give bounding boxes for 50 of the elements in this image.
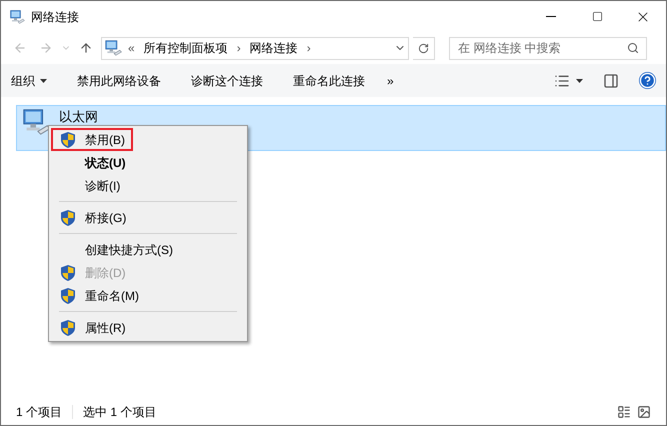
search-icon: [627, 42, 639, 54]
forward-arrow-icon: [39, 41, 53, 55]
preview-pane-button[interactable]: [603, 72, 619, 88]
search-field[interactable]: 在 网络连接 中搜索: [449, 36, 647, 60]
network-computer-icon: [9, 8, 25, 24]
shield-icon: [61, 320, 75, 336]
shield-icon: [61, 288, 75, 304]
list-view-icon: [554, 72, 570, 88]
details-view-button[interactable]: [617, 405, 631, 419]
network-computer-icon: [21, 107, 51, 137]
breadcrumb-separator[interactable]: ›: [236, 39, 241, 57]
maximize-icon: [592, 11, 602, 22]
large-icons-view-button[interactable]: [637, 405, 651, 419]
refresh-button[interactable]: [413, 36, 435, 60]
selection-count: 选中 1 个项目: [83, 404, 156, 421]
help-button[interactable]: [639, 72, 656, 89]
breadcrumb-separator[interactable]: ›: [306, 39, 311, 57]
menu-item[interactable]: 桥接(G): [51, 206, 134, 229]
refresh-icon: [418, 42, 429, 54]
up-arrow-icon: [79, 41, 93, 55]
address-bar[interactable]: « 所有控制面板项 › 网络连接 ›: [101, 36, 409, 60]
caret-icon: [576, 78, 583, 82]
view-options-button[interactable]: [554, 72, 583, 88]
toolbar-button[interactable]: 重命名此连接: [293, 72, 365, 90]
connection-name: 以太网: [59, 108, 98, 126]
toolbar-button[interactable]: 诊断这个连接: [191, 72, 263, 90]
breadcrumb[interactable]: 网络连接: [250, 39, 298, 57]
shield-icon: [61, 132, 75, 148]
menu-item[interactable]: 状态(U): [51, 151, 134, 174]
menu-item[interactable]: 创建快捷方式(S): [51, 238, 181, 261]
preview-pane-icon: [603, 72, 619, 88]
item-count: 1 个项目: [16, 404, 62, 421]
details-view-icon: [617, 405, 631, 419]
shield-icon: [61, 264, 75, 280]
menu-item[interactable]: 属性(R): [51, 316, 134, 339]
menu-item[interactable]: 禁用(B): [51, 128, 133, 151]
minimize-icon: [546, 16, 556, 17]
menu-item[interactable]: 重命名(M): [51, 284, 147, 307]
caret-icon: [40, 78, 47, 82]
shield-icon: [61, 210, 75, 226]
breadcrumb[interactable]: 所有控制面板项: [144, 39, 228, 57]
toolbar-button[interactable]: 禁用此网络设备: [77, 72, 161, 90]
toolbar-button[interactable]: 组织: [11, 72, 47, 90]
network-computer-icon: [104, 39, 122, 57]
breadcrumb-overflow[interactable]: «: [128, 39, 135, 57]
help-icon: [639, 72, 656, 89]
menu-item[interactable]: 诊断(I): [51, 174, 128, 197]
image-icon: [637, 405, 651, 419]
more-button[interactable]: »: [387, 72, 394, 90]
window-title: 网络连接: [31, 8, 79, 26]
